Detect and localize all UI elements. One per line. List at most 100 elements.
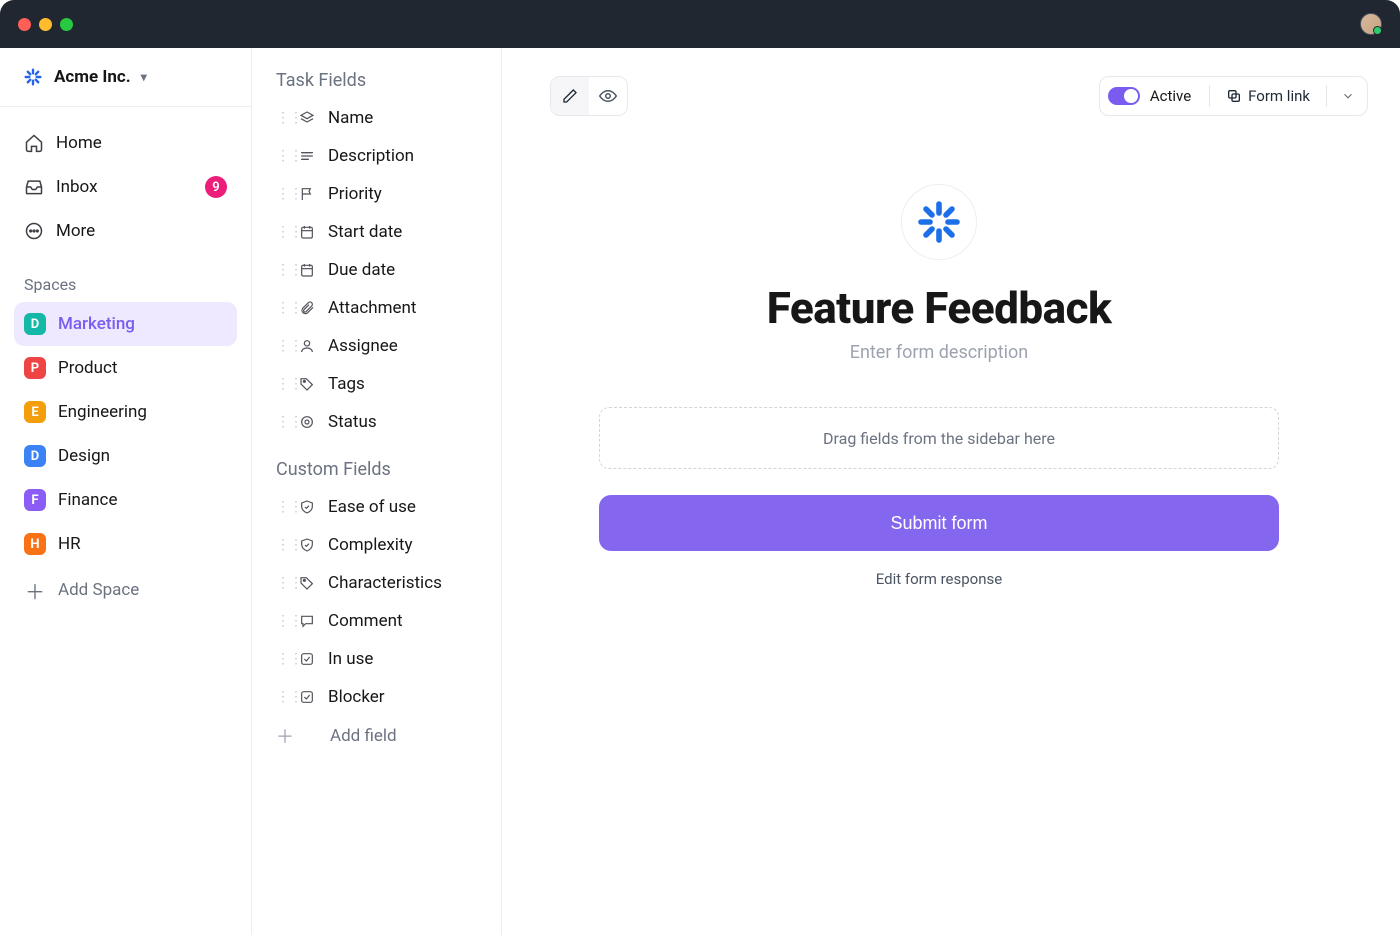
form-canvas: Active Form link	[502, 48, 1400, 935]
sidebar-space-item[interactable]: DDesign	[14, 434, 237, 478]
active-label: Active	[1150, 87, 1191, 105]
field-label: Status	[328, 412, 377, 432]
space-label: Design	[58, 446, 110, 466]
field-item[interactable]: ⋮⋮Characteristics	[252, 564, 501, 602]
space-label: Engineering	[58, 402, 147, 422]
field-item[interactable]: ⋮⋮ Name	[252, 99, 501, 137]
calendar-icon	[298, 261, 316, 279]
field-item[interactable]: ⋮⋮Complexity	[252, 526, 501, 564]
drag-handle-icon[interactable]: ⋮⋮	[276, 224, 286, 240]
sidebar-space-item[interactable]: D Marketing	[14, 302, 237, 346]
inbox-count-badge: 9	[205, 176, 227, 198]
field-item[interactable]: ⋮⋮ Blocker	[252, 678, 501, 716]
edit-form-response-link[interactable]: Edit form response	[876, 570, 1002, 588]
space-chip-icon: E	[24, 401, 46, 423]
edit-mode-button[interactable]	[551, 77, 589, 115]
field-item[interactable]: ⋮⋮ Due date	[252, 251, 501, 289]
fullscreen-window-button[interactable]	[60, 18, 73, 31]
drag-handle-icon[interactable]: ⋮⋮	[276, 651, 286, 667]
copy-icon	[1226, 88, 1242, 104]
field-item[interactable]: ⋮⋮Assignee	[252, 327, 501, 365]
add-field-button[interactable]: ＋ Add field	[252, 716, 501, 756]
field-item[interactable]: ⋮⋮ In use	[252, 640, 501, 678]
sidebar-space-item[interactable]: FFinance	[14, 478, 237, 522]
status-icon	[298, 413, 316, 431]
tag-icon	[298, 375, 316, 393]
add-space-button[interactable]: ＋ Add Space	[14, 568, 237, 612]
check-icon	[298, 650, 316, 668]
minimize-window-button[interactable]	[39, 18, 52, 31]
form-logo[interactable]	[901, 184, 977, 260]
separator	[1326, 85, 1327, 107]
drag-handle-icon[interactable]: ⋮⋮	[276, 376, 286, 392]
flag-icon	[298, 185, 316, 203]
org-switcher[interactable]: Acme Inc. ▾	[0, 48, 251, 107]
comment-icon	[298, 612, 316, 630]
drag-handle-icon[interactable]: ⋮⋮	[276, 148, 286, 164]
field-item[interactable]: ⋮⋮Tags	[252, 365, 501, 403]
org-name: Acme Inc.	[54, 67, 131, 87]
home-icon	[24, 133, 44, 153]
view-mode-toolbar	[550, 76, 628, 116]
space-label: Marketing	[58, 314, 135, 334]
user-avatar[interactable]	[1360, 13, 1382, 35]
drag-handle-icon[interactable]: ⋮⋮	[276, 575, 286, 591]
field-label: In use	[328, 649, 373, 669]
fields-panel: Task Fields ⋮⋮ Name ⋮⋮ Description ⋮⋮ Priorit…	[252, 48, 502, 935]
sidebar-space-item[interactable]: E Engineering	[14, 390, 237, 434]
nav-home[interactable]: Home	[14, 121, 237, 165]
form-link-button[interactable]: Form link	[1220, 87, 1316, 105]
field-item[interactable]: ⋮⋮ Comment	[252, 602, 501, 640]
user-icon	[298, 337, 316, 355]
field-item[interactable]: ⋮⋮ Status	[252, 403, 501, 441]
drag-handle-icon[interactable]: ⋮⋮	[276, 186, 286, 202]
drag-handle-icon[interactable]: ⋮⋮	[276, 537, 286, 553]
window-controls	[18, 18, 73, 31]
field-item[interactable]: ⋮⋮ Ease of use	[252, 488, 501, 526]
field-item[interactable]: ⋮⋮Attachment	[252, 289, 501, 327]
field-item[interactable]: ⋮⋮Start date	[252, 213, 501, 251]
field-label: Description	[328, 146, 414, 166]
field-label: Due date	[328, 260, 395, 280]
field-item[interactable]: ⋮⋮ Priority	[252, 175, 501, 213]
task-fields-heading: Task Fields	[252, 66, 501, 99]
sidebar-space-item[interactable]: HHR	[14, 522, 237, 566]
close-window-button[interactable]	[18, 18, 31, 31]
custom-fields-heading: Custom Fields	[252, 455, 501, 488]
drag-handle-icon[interactable]: ⋮⋮	[276, 338, 286, 354]
drag-handle-icon[interactable]: ⋮⋮	[276, 262, 286, 278]
shield-icon	[298, 498, 316, 516]
drag-handle-icon[interactable]: ⋮⋮	[276, 613, 286, 629]
drop-zone-hint: Drag fields from the sidebar here	[823, 429, 1055, 448]
drag-handle-icon[interactable]: ⋮⋮	[276, 499, 286, 515]
active-toggle[interactable]	[1108, 87, 1140, 105]
field-label: Priority	[328, 184, 382, 204]
form-title[interactable]: Feature Feedback	[599, 282, 1279, 334]
plus-icon: ＋	[276, 723, 286, 749]
separator	[1209, 85, 1210, 107]
plus-icon: ＋	[24, 576, 46, 605]
space-chip-icon: D	[24, 313, 46, 335]
form-settings-toolbar: Active Form link	[1099, 76, 1368, 116]
check-icon	[298, 688, 316, 706]
submit-form-button[interactable]: Submit form	[599, 495, 1279, 551]
drag-handle-icon[interactable]: ⋮⋮	[276, 110, 286, 126]
preview-mode-button[interactable]	[589, 77, 627, 115]
field-label: Blocker	[328, 687, 385, 707]
field-label: Name	[328, 108, 373, 128]
sidebar-space-item[interactable]: PProduct	[14, 346, 237, 390]
field-item[interactable]: ⋮⋮ Description	[252, 137, 501, 175]
drag-handle-icon[interactable]: ⋮⋮	[276, 689, 286, 705]
field-label: Ease of use	[328, 497, 416, 517]
lines-icon	[298, 147, 316, 165]
form-description-input[interactable]: Enter form description	[599, 342, 1279, 363]
form-settings-dropdown[interactable]	[1337, 89, 1359, 103]
drag-handle-icon[interactable]: ⋮⋮	[276, 300, 286, 316]
nav-more[interactable]: More	[14, 209, 237, 253]
fields-drop-zone[interactable]: Drag fields from the sidebar here	[599, 407, 1279, 469]
nav-inbox[interactable]: Inbox 9	[14, 165, 237, 209]
field-label: Comment	[328, 611, 403, 631]
spaces-section-label: Spaces	[0, 257, 251, 302]
drag-handle-icon[interactable]: ⋮⋮	[276, 414, 286, 430]
inbox-icon	[24, 177, 44, 197]
